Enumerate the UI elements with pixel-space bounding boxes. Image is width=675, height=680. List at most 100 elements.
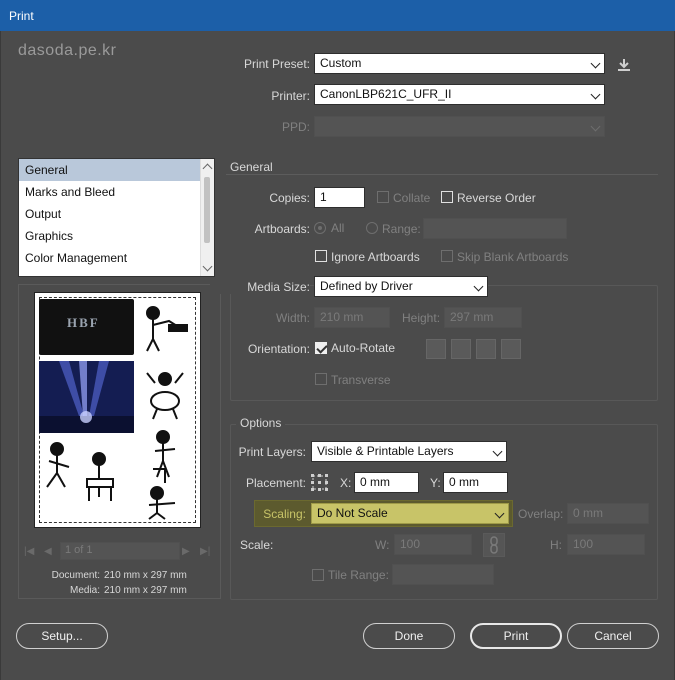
- first-page-icon[interactable]: |◀: [24, 546, 34, 557]
- tile-range-label: Tile Range:: [328, 568, 389, 582]
- transverse-label: Transverse: [331, 373, 391, 387]
- copies-input[interactable]: 1: [314, 187, 365, 208]
- reverse-order-checkbox[interactable]: [441, 191, 453, 203]
- printer-label: Printer:: [271, 89, 310, 103]
- w-input: 100: [394, 534, 472, 555]
- collate-checkbox: [377, 191, 389, 203]
- portrait-flipped-icon: [476, 339, 496, 359]
- landscape-icon: [451, 339, 471, 359]
- sticker-logo-text: HBF: [67, 315, 100, 330]
- next-page-icon[interactable]: ▶: [182, 546, 190, 557]
- sticker-logo: HBF: [39, 299, 134, 355]
- overlap-label: Overlap:: [518, 507, 564, 521]
- skip-blank-label: Skip Blank Artboards: [457, 250, 569, 264]
- skip-blank-checkbox: [441, 250, 453, 262]
- chevron-down-icon: [590, 121, 601, 132]
- watermark: dasoda.pe.kr: [18, 42, 117, 59]
- media-size-value: Defined by Driver: [320, 279, 413, 293]
- print-preset-value: Custom: [320, 56, 362, 70]
- collate-label: Collate: [393, 191, 431, 205]
- tile-range-input: [392, 564, 494, 585]
- x-input[interactable]: 0 mm: [354, 472, 419, 493]
- chevron-up-icon[interactable]: [202, 163, 213, 174]
- y-label: Y:: [430, 476, 441, 490]
- page-navigation: |◀ ◀ 1 of 1 ▶ ▶|: [24, 542, 214, 560]
- artboards-range-label: Range:: [382, 222, 421, 236]
- artboards-label: Artboards:: [254, 222, 310, 236]
- category-list[interactable]: General Marks and Bleed Output Graphics …: [18, 158, 215, 277]
- x-label: X:: [340, 476, 352, 490]
- scale-label: Scale:: [240, 538, 274, 552]
- artboards-all-label: All: [331, 221, 345, 235]
- section-divider: [226, 174, 658, 175]
- height-input: 297 mm: [444, 307, 522, 328]
- orientation-label: Orientation:: [247, 342, 310, 356]
- document-size-label: Document:: [51, 570, 100, 581]
- artboards-range-input: [423, 218, 567, 239]
- ignore-artboards-label: Ignore Artboards: [331, 250, 420, 264]
- document-size-value: 210 mm x 297 mm: [104, 570, 187, 581]
- list-item-general[interactable]: General: [19, 159, 214, 181]
- ppd-label: PPD:: [281, 120, 310, 134]
- h-label: H:: [550, 538, 562, 552]
- auto-rotate-label: Auto-Rotate: [331, 341, 396, 355]
- print-button[interactable]: Print: [470, 623, 562, 649]
- list-item-marks-and-bleed[interactable]: Marks and Bleed: [19, 181, 214, 203]
- scaling-select[interactable]: Do Not Scale: [311, 503, 509, 524]
- chevron-down-icon: [473, 281, 484, 292]
- artboards-all-radio: [314, 222, 326, 234]
- list-item-color-management[interactable]: Color Management: [19, 247, 214, 269]
- printer-select[interactable]: CanonLBP621C_UFR_II: [314, 84, 605, 105]
- transverse-checkbox: [315, 373, 327, 385]
- page-preview[interactable]: HBF: [34, 292, 201, 528]
- width-input: 210 mm: [314, 307, 390, 328]
- ignore-artboards-checkbox[interactable]: [315, 250, 327, 262]
- scaling-label: Scaling:: [263, 507, 306, 521]
- chevron-down-icon: [590, 89, 601, 100]
- list-item-graphics[interactable]: Graphics: [19, 225, 214, 247]
- y-input[interactable]: 0 mm: [443, 472, 508, 493]
- reverse-order-label: Reverse Order: [457, 191, 536, 205]
- done-button[interactable]: Done: [363, 623, 455, 649]
- artboards-range-radio: [366, 222, 378, 234]
- list-item-output[interactable]: Output: [19, 203, 214, 225]
- chevron-down-icon[interactable]: [202, 261, 213, 272]
- portrait-icon: [426, 339, 446, 359]
- auto-rotate-checkbox[interactable]: [315, 342, 327, 354]
- printer-value: CanonLBP621C_UFR_II: [320, 87, 452, 101]
- placement-label: Placement:: [245, 476, 306, 490]
- general-section-title: General: [230, 160, 273, 174]
- w-label: W:: [375, 538, 390, 552]
- cancel-button[interactable]: Cancel: [567, 623, 659, 649]
- print-preset-select[interactable]: Custom: [314, 53, 605, 74]
- list-scrollbar[interactable]: [200, 159, 214, 276]
- ppd-select: [314, 116, 605, 137]
- overlap-input: 0 mm: [567, 503, 649, 524]
- save-preset-icon[interactable]: [616, 57, 632, 73]
- title-bar: Print: [0, 0, 675, 31]
- print-layers-select[interactable]: Visible & Printable Layers: [311, 441, 507, 462]
- media-size-select[interactable]: Defined by Driver: [314, 276, 488, 297]
- window-title: Print: [9, 9, 34, 23]
- copies-label: Copies:: [269, 191, 310, 205]
- height-label: Height:: [402, 311, 441, 325]
- print-preset-label: Print Preset:: [243, 57, 310, 71]
- tile-range-checkbox: [312, 569, 324, 581]
- page-indicator: 1 of 1: [60, 542, 180, 560]
- media-size-preview-label: Media:: [69, 585, 100, 596]
- media-size-label: Media Size:: [210, 280, 310, 294]
- placement-grid-icon[interactable]: [310, 473, 329, 492]
- print-layers-label: Print Layers:: [238, 445, 306, 459]
- landscape-flipped-icon: [501, 339, 521, 359]
- link-icon: [483, 533, 505, 557]
- media-size-preview-value: 210 mm x 297 mm: [104, 585, 187, 596]
- scaling-value: Do Not Scale: [317, 506, 388, 520]
- last-page-icon[interactable]: ▶|: [200, 546, 210, 557]
- prev-page-icon[interactable]: ◀: [44, 546, 52, 557]
- h-input: 100: [567, 534, 645, 555]
- setup-button[interactable]: Setup...: [16, 623, 108, 649]
- print-layers-value: Visible & Printable Layers: [317, 444, 454, 458]
- options-section-title: Options: [236, 416, 286, 430]
- chevron-down-icon: [590, 58, 601, 69]
- width-label: Width:: [275, 311, 310, 325]
